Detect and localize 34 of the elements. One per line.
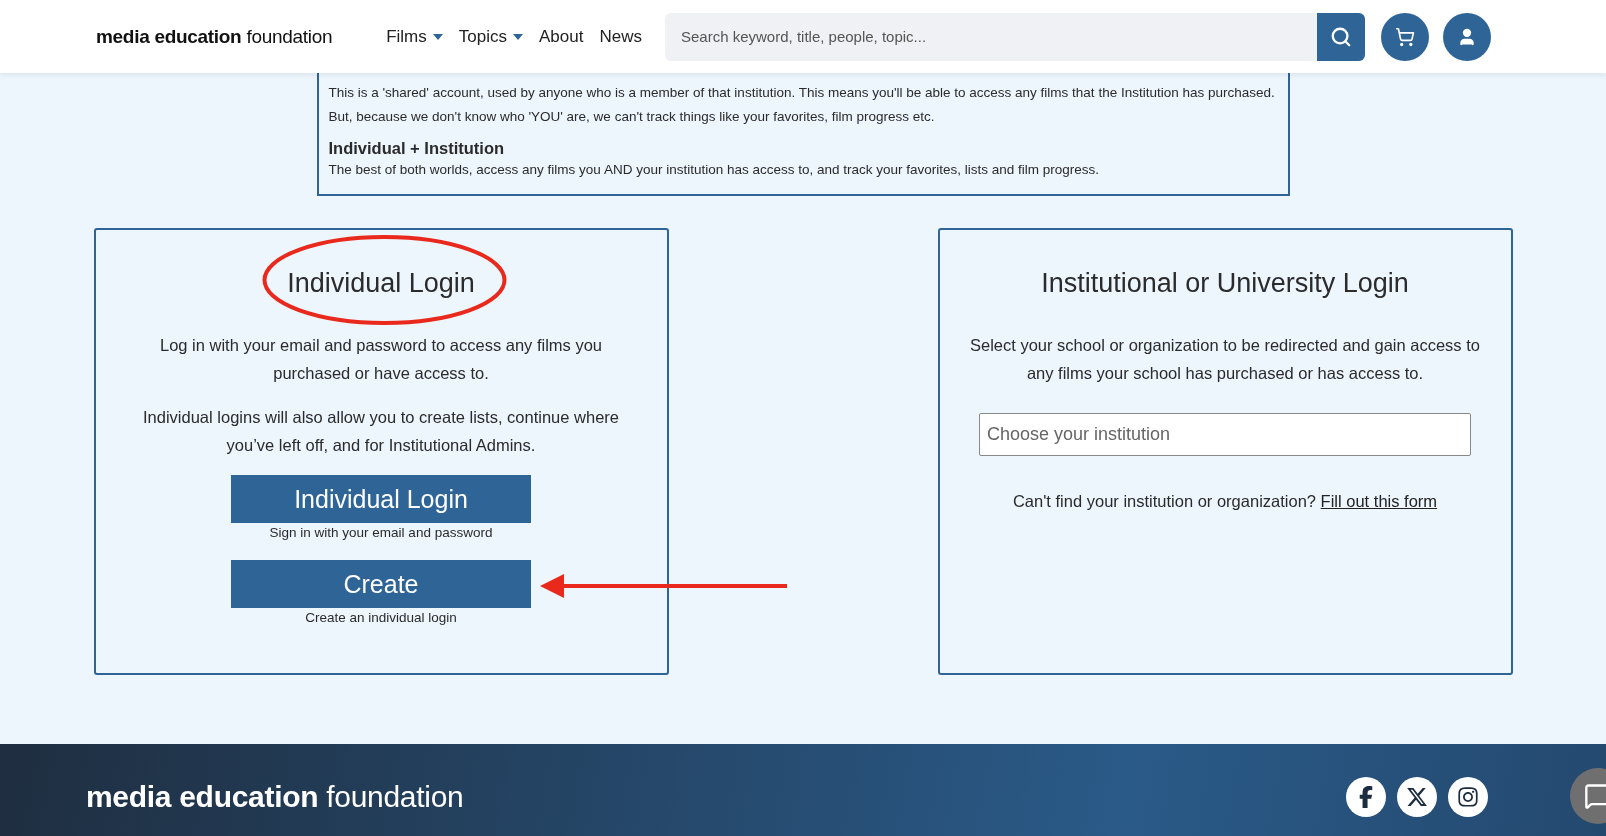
user-icon <box>1457 26 1477 47</box>
info-paragraph: This is a 'shared' account, used by anyone who is a member of that institution. This means you'll be able to access any films that the Institution has purchased. But, because we don't know who 'YOU' are, we can't track things like your favorites, film progress etc. <box>328 84 1276 126</box>
login-button[interactable]: Individual Login <box>231 475 531 523</box>
button-caption: Sign in with your email and password <box>269 525 493 540</box>
card-title: Institutional or University Login <box>1041 268 1409 299</box>
button-caption: Create an individual login <box>305 610 457 625</box>
card-paragraph: Individual logins will also allow you to create lists, continue where you’ve left off, and for Institutional Admins. <box>142 407 620 456</box>
info-heading: Individual + Institution <box>328 139 506 158</box>
search-button[interactable] <box>1317 12 1365 61</box>
card-paragraph: Log in with your email and password to access any films you purchased or have access to. <box>158 335 603 384</box>
cart-button[interactable] <box>1381 12 1429 61</box>
account-button[interactable] <box>1443 12 1491 61</box>
info-description: The best of both worlds, access any films you AND your institution has access to, and track your favorites, lists and film progress. <box>328 161 1101 179</box>
x-icon[interactable] <box>1397 777 1437 817</box>
institution-field[interactable]: Choose your institution <box>979 413 1471 456</box>
nav-link[interactable]: Films <box>386 26 443 47</box>
footer-logo[interactable]: media education foundation <box>86 780 464 814</box>
facebook-icon[interactable] <box>1346 777 1386 817</box>
card-paragraph: Select your school or organization to be redirected and gain access to any films your school has purchased or has access to. <box>969 335 1481 384</box>
nav-link[interactable]: Topics <box>458 26 523 47</box>
help-text: Can't find your institution or organization? Fill out this form <box>1012 492 1438 511</box>
search-field[interactable]: Search keyword, title, people, topic... <box>665 12 1317 61</box>
card-title: Individual Login <box>287 268 475 299</box>
login-button[interactable]: Create <box>231 560 531 608</box>
instagram-icon[interactable] <box>1448 777 1488 817</box>
nav-link[interactable]: News <box>599 26 642 47</box>
caret-icon <box>512 33 523 40</box>
search-icon <box>1330 25 1352 48</box>
form-link[interactable]: Fill out this form <box>1320 492 1438 510</box>
cart-icon <box>1395 26 1415 47</box>
nav-link[interactable]: About <box>538 26 584 47</box>
site-logo[interactable]: media education foundation <box>96 25 333 48</box>
chat-icon <box>1584 782 1606 810</box>
caret-icon <box>432 33 443 40</box>
